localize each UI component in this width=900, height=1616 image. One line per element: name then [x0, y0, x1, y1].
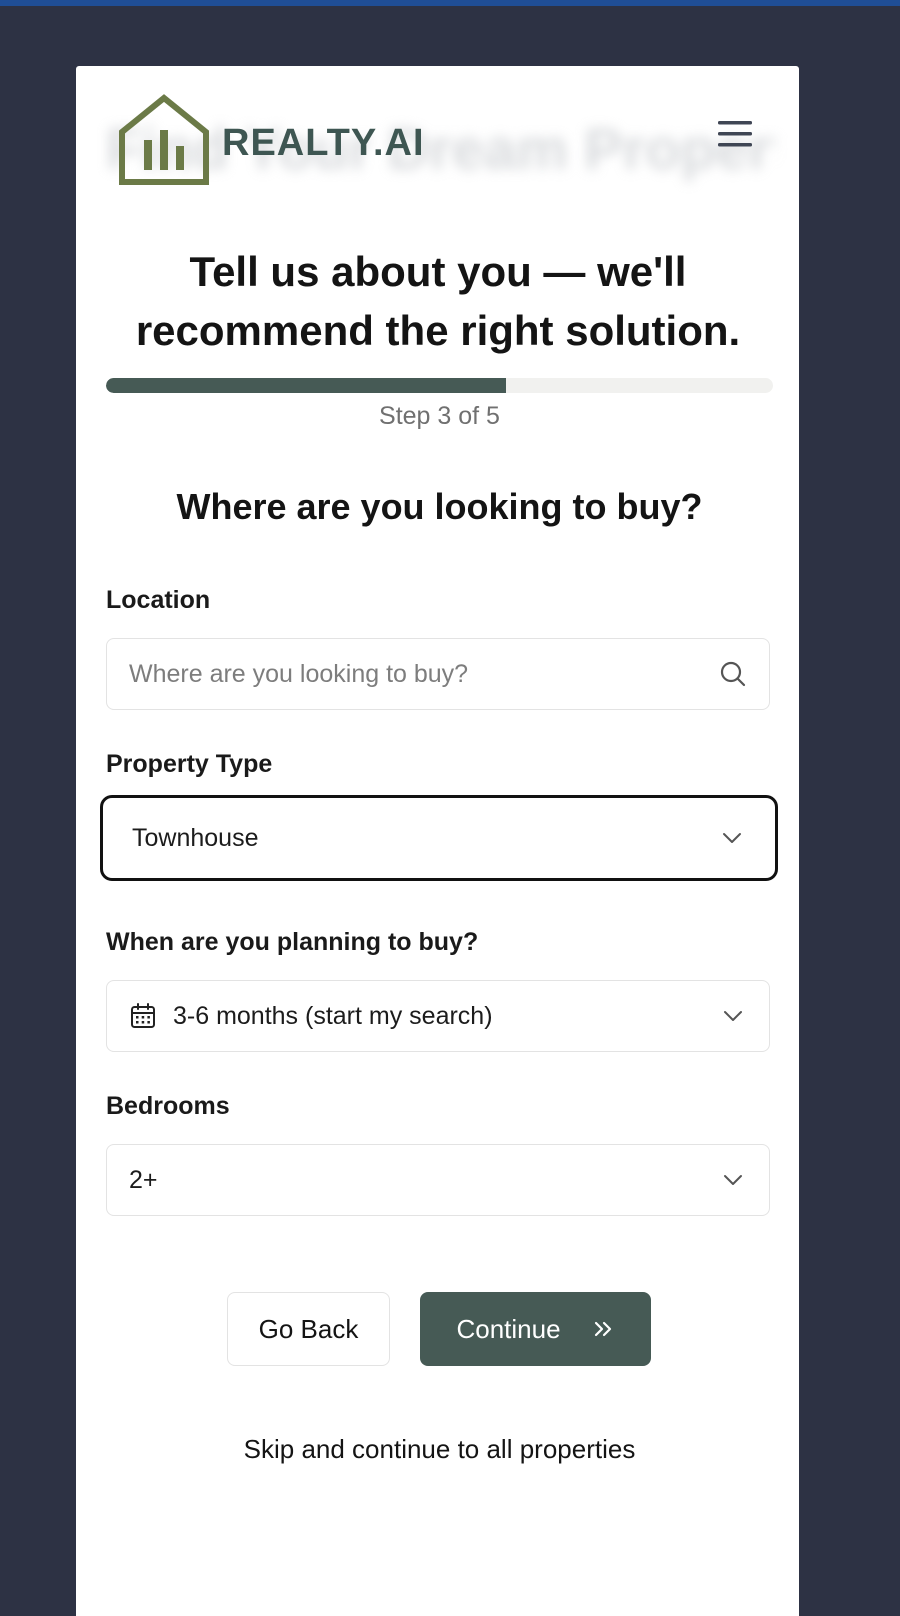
brand-logo[interactable]: REALTY.AI	[118, 94, 425, 186]
step-indicator: Step 3 of 5	[379, 402, 500, 430]
property-type-label: Property Type	[106, 750, 273, 778]
progress-bar	[106, 378, 773, 393]
menu-button[interactable]	[716, 118, 756, 150]
bedrooms-select[interactable]: 2+	[106, 1144, 770, 1216]
property-type-select[interactable]: Townhouse	[100, 795, 778, 881]
timeline-label: When are you planning to buy?	[106, 928, 479, 956]
house-chart-logo-icon	[118, 94, 210, 186]
bedrooms-label: Bedrooms	[106, 1092, 230, 1120]
location-label: Location	[106, 586, 211, 614]
property-type-value: Townhouse	[132, 823, 259, 852]
form-card: Find Your Dream Property REALTY.AI Tell …	[76, 66, 799, 1616]
page-headline: Tell us about you — we'll recommend the …	[135, 248, 741, 354]
brand-name: REALTY.AI	[222, 121, 425, 164]
search-icon[interactable]	[719, 660, 747, 688]
double-chevron-right-icon	[593, 1320, 615, 1338]
top-accent-bar	[0, 0, 900, 6]
progress-fill	[106, 378, 507, 393]
chevron-down-icon	[718, 824, 746, 852]
hamburger-menu-icon	[716, 121, 756, 154]
form-question: Where are you looking to buy?	[176, 486, 703, 527]
location-field[interactable]	[106, 638, 770, 710]
skip-link[interactable]: Skip and continue to all properties	[106, 1434, 773, 1465]
timeline-select[interactable]: 3-6 months (start my search)	[106, 980, 770, 1052]
go-back-button[interactable]: Go Back	[227, 1292, 390, 1366]
continue-label: Continue	[456, 1313, 561, 1344]
bedrooms-value: 2+	[129, 1165, 158, 1194]
calendar-icon	[129, 1001, 159, 1031]
continue-button[interactable]: Continue	[420, 1292, 651, 1366]
chevron-down-icon	[719, 1166, 747, 1194]
chevron-down-icon	[719, 1002, 747, 1030]
timeline-value: 3-6 months (start my search)	[173, 1001, 493, 1030]
location-input[interactable]	[129, 659, 719, 689]
go-back-label: Go Back	[258, 1313, 359, 1344]
